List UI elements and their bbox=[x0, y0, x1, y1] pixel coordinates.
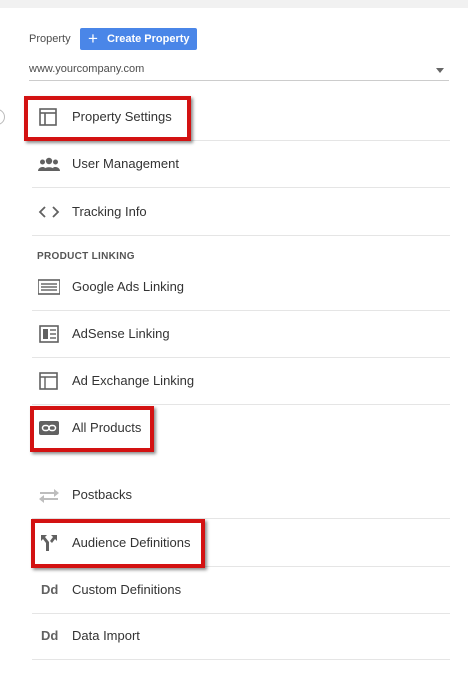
property-select-value: www.yourcompany.com bbox=[29, 63, 145, 75]
link-icon bbox=[39, 421, 59, 435]
menu-item-all-products[interactable]: All Products bbox=[32, 405, 450, 452]
create-property-label: Create Property bbox=[107, 33, 190, 45]
menu-item-label: User Management bbox=[72, 156, 179, 171]
people-icon bbox=[38, 157, 60, 171]
dd-icon: Dd bbox=[38, 581, 60, 599]
menu-item-label: Data Import bbox=[72, 628, 140, 643]
menu-item-custom-definitions[interactable]: Dd Custom Definitions bbox=[32, 567, 450, 614]
menu-item-label: Property Settings bbox=[72, 109, 172, 124]
menu-item-data-import[interactable]: Dd Data Import bbox=[32, 613, 450, 660]
menu-item-label: Custom Definitions bbox=[72, 582, 182, 597]
menu-item-tracking-info[interactable]: Tracking Info bbox=[32, 189, 450, 236]
menu-item-label: Audience Definitions bbox=[72, 535, 191, 550]
create-property-button[interactable]: + Create Property bbox=[80, 28, 197, 50]
property-label: Property bbox=[29, 33, 71, 45]
divider bbox=[32, 659, 450, 660]
menu-item-label: AdSense Linking bbox=[72, 326, 170, 341]
top-band bbox=[0, 0, 468, 8]
dropdown-caret-icon bbox=[436, 68, 444, 73]
adsense-icon bbox=[39, 325, 59, 343]
dd-icon-text: Dd bbox=[41, 628, 59, 643]
menu-item-ad-exchange-linking[interactable]: Ad Exchange Linking bbox=[32, 358, 450, 405]
audience-icon bbox=[41, 535, 57, 551]
menu-item-property-settings[interactable]: Property Settings bbox=[32, 94, 450, 141]
dd-icon-text: Dd bbox=[41, 582, 59, 597]
divider bbox=[32, 187, 450, 188]
menu-item-user-management[interactable]: User Management bbox=[32, 141, 450, 188]
divider bbox=[32, 518, 450, 519]
ad-exchange-icon bbox=[39, 372, 58, 390]
menu-item-label: All Products bbox=[72, 420, 142, 435]
section-header-product-linking: PRODUCT LINKING bbox=[37, 251, 135, 262]
plus-icon: + bbox=[88, 29, 98, 48]
postbacks-icon bbox=[39, 489, 59, 503]
ads-icon bbox=[38, 279, 60, 295]
menu-item-postbacks[interactable]: Postbacks bbox=[32, 472, 450, 519]
menu-item-google-ads-linking[interactable]: Google Ads Linking bbox=[32, 264, 450, 311]
menu-item-label: Postbacks bbox=[72, 487, 132, 502]
property-select[interactable]: www.yourcompany.com bbox=[29, 60, 449, 81]
divider bbox=[32, 235, 450, 236]
layout-icon bbox=[39, 108, 57, 126]
menu-item-adsense-linking[interactable]: AdSense Linking bbox=[32, 311, 450, 358]
menu-item-audience-definitions[interactable]: Audience Definitions bbox=[32, 520, 450, 567]
collapse-circle-icon[interactable] bbox=[0, 109, 5, 125]
menu-item-label: Ad Exchange Linking bbox=[72, 373, 195, 388]
menu-item-label: Tracking Info bbox=[72, 204, 147, 219]
dd-icon: Dd bbox=[38, 627, 60, 645]
menu-item-label: Google Ads Linking bbox=[72, 279, 185, 294]
code-icon bbox=[38, 206, 60, 218]
